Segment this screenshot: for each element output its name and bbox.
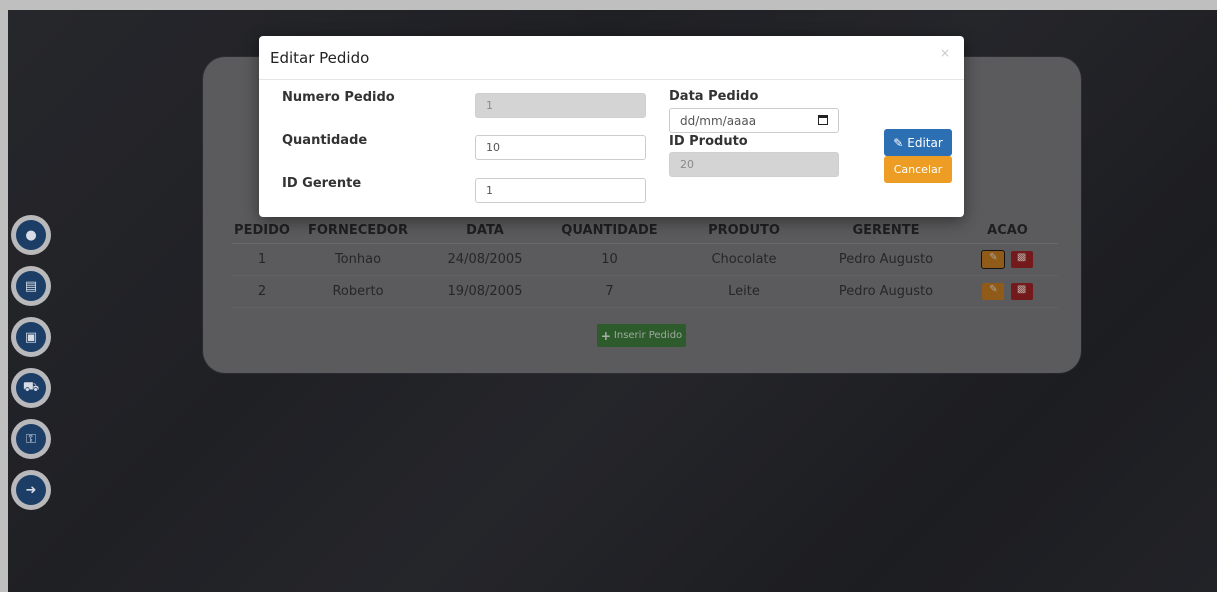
close-icon[interactable]: × bbox=[940, 46, 950, 60]
editar-button[interactable]: ✎ Editar bbox=[884, 129, 952, 156]
edit-icon: ✎ bbox=[893, 135, 904, 150]
numero-pedido-label: Numero Pedido bbox=[282, 90, 395, 105]
id-produto-input[interactable]: 20 bbox=[669, 152, 839, 177]
sidebar-item-delivery[interactable]: ⛟ bbox=[11, 368, 51, 408]
data-pedido-input[interactable]: dd/mm/aaaa bbox=[669, 108, 839, 133]
id-produto-label: ID Produto bbox=[669, 134, 748, 149]
modal-header: Editar Pedido × bbox=[259, 36, 964, 80]
quantidade-input[interactable]: 10 bbox=[475, 135, 646, 160]
sidebar-item-logout[interactable]: ➜ bbox=[11, 470, 51, 510]
archive-icon: ▣ bbox=[16, 322, 46, 352]
data-pedido-placeholder: dd/mm/aaaa bbox=[680, 113, 757, 128]
id-gerente-input[interactable]: 1 bbox=[475, 178, 646, 203]
truck-icon: ⛟ bbox=[16, 373, 46, 403]
id-gerente-label: ID Gerente bbox=[282, 176, 362, 191]
numero-pedido-input[interactable]: 1 bbox=[475, 93, 646, 118]
quantidade-label: Quantidade bbox=[282, 133, 368, 148]
document-icon: ▤ bbox=[16, 271, 46, 301]
sidebar-item-access[interactable]: ⚿ bbox=[11, 419, 51, 459]
sidebar-item-documents[interactable]: ▤ bbox=[11, 266, 51, 306]
data-pedido-label: Data Pedido bbox=[669, 89, 759, 104]
user-icon: ● bbox=[16, 220, 46, 250]
edit-order-modal: Editar Pedido × Numero Pedido 1 Quantida… bbox=[259, 36, 964, 217]
sidebar-item-users[interactable]: ● bbox=[11, 215, 51, 255]
modal-title: Editar Pedido bbox=[270, 49, 370, 67]
logout-icon: ➜ bbox=[16, 475, 46, 505]
calendar-icon[interactable] bbox=[818, 115, 828, 125]
unlock-icon: ⚿ bbox=[16, 424, 46, 454]
sidebar-item-archive[interactable]: ▣ bbox=[11, 317, 51, 357]
editar-label: Editar bbox=[907, 135, 943, 150]
cancelar-button[interactable]: Cancelar bbox=[884, 156, 952, 183]
